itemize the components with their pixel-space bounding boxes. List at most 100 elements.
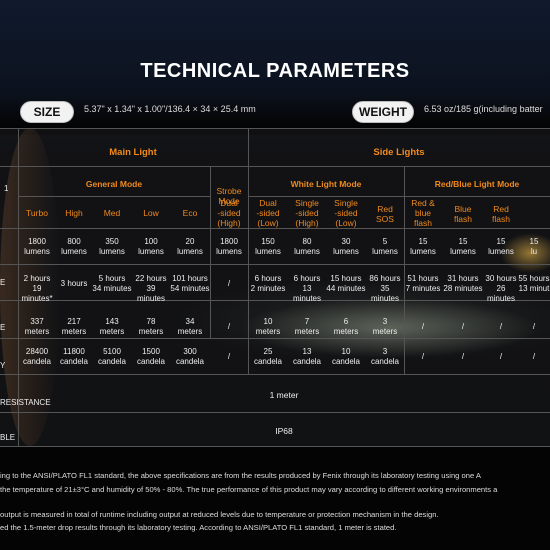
runtime-cell-6-line-1: / [227,279,231,288]
distance-cell-11-line-1: / [421,322,425,331]
output-cell-8: 80 lumens [288,237,326,257]
mode-header-7: Dual -sided (Low) [248,198,288,228]
mode-header-13-line-2: flash [492,214,510,224]
distance-cell-3: 143 meters [92,317,132,337]
mode-header-6-line-1: Dual [220,198,238,208]
output-cell-12-line-2: lumens [450,247,476,256]
runtime-cell-10-line-2: 35 minutes [370,284,399,303]
distance-cell-13-line-1: / [499,322,503,331]
runtime-cell-11-line-2: 7 minutes [405,284,441,293]
output-cell-1-line-2: lumens [24,247,50,256]
runtime-cell-2: 3 hours [56,279,92,289]
intensity-cell-5-line-2: candela [175,357,205,366]
runtime-cell-14: 55 hours 13 minut [518,274,550,294]
mode-header-4: Low [132,208,170,218]
output-cell-10-line-1: 5 [382,237,388,246]
divider-general-sub [18,196,210,197]
distance-cell-5-line-1: 34 [185,317,195,326]
intensity-cell-2-line-2: candela [59,357,89,366]
mode-header-12-line-1: Blue [454,204,472,214]
output-cell-9-line-1: 30 [341,237,351,246]
distance-cell-4: 78 meters [132,317,170,337]
divider-output [0,264,550,265]
output-cell-7: 150 lumens [248,237,288,257]
parameters-table: Main Light Side Lights 1 General Mode St… [0,128,550,447]
weight-value: 6.53 oz/185 g(including batter [424,104,543,114]
output-cell-14: 15 lu [518,237,550,257]
runtime-cell-7: 6 hours 2 minutes [248,274,288,294]
intensity-cell-10: 3 candela [366,347,404,367]
output-cell-3: 350 lumens [92,237,132,257]
intensity-cell-10-line-2: candela [370,357,400,366]
output-cell-3-line-2: lumens [99,247,125,256]
distance-cell-8: 7 meters [288,317,326,337]
red-blue-light-mode-header: Red/Blue Light Mode [434,179,520,189]
mode-header-5: Eco [170,208,210,218]
runtime-cell-6: / [210,279,248,289]
intensity-cell-9-line-2: candela [331,357,361,366]
output-cell-6-line-2: lumens [216,247,242,256]
runtime-cell-8: 6 hours 13 minutes [288,274,326,304]
intensity-cell-7-line-1: 25 [263,347,273,356]
mode-header-1: Turbo [18,208,56,218]
runtime-cell-8-line-1: 6 hours [293,274,321,283]
output-cell-8-line-2: lumens [294,247,320,256]
intensity-cell-2-line-1: 11800 [63,347,85,356]
output-cell-2-line-1: 800 [67,237,81,246]
distance-cell-10-line-2: meters [372,327,398,336]
mode-header-7-line-3: (Low) [257,218,279,228]
mode-header-12-line-2: flash [454,214,472,224]
intensity-cell-3-line-1: 5100 [103,347,121,356]
intensity-cell-10-line-1: 3 [382,347,388,356]
divider-intensity [0,374,550,375]
mode-header-6-line-2: -sided [217,208,241,218]
runtime-cell-12-line-2: 28 minutes [443,284,483,293]
mode-header-13-line-1: Red [493,204,509,214]
distance-cell-8-line-1: 7 [304,317,310,326]
distance-cell-12-line-1: / [461,322,465,331]
mode-header-6: Dual -sided (High) [210,198,248,228]
mode-header-7-line-1: Dual [259,198,277,208]
output-cell-7-line-1: 150 [261,237,275,246]
mode-header-7-line-2: -sided [256,208,280,218]
waterproof-row-label: BLE [0,433,16,442]
distance-cell-9-line-2: meters [333,327,359,336]
intensity-cell-11-line-1: / [421,352,425,361]
mode-header-10: Red SOS [366,204,404,224]
output-cell-11-line-1: 15 [418,237,428,246]
output-cell-9-line-2: lumens [333,247,359,256]
output-cell-10: 5 lumens [366,237,404,257]
fl1-label-fragment: 1 [4,184,9,193]
mode-header-11-line-3: flash [414,218,432,228]
distance-cell-1-line-1: 337 [30,317,44,326]
runtime-cell-13-line-1: 30 hours [485,274,517,283]
divider-mode-header [0,228,550,229]
intensity-cell-6-line-1: / [227,352,231,361]
distance-cell-4-line-2: meters [138,327,164,336]
distance-cell-1: 337 meters [18,317,56,337]
runtime-cell-8-line-2: 13 minutes [292,284,321,303]
intensity-cell-14-line-1: / [532,352,536,361]
runtime-cell-11-line-1: 51 hours [407,274,439,283]
runtime-cell-3-line-1: 5 hours [98,274,126,283]
intensity-cell-7-line-2: candela [253,357,283,366]
side-lights-header: Side Lights [373,147,425,158]
runtime-cell-2-line-1: 3 hours [60,279,88,288]
footer-note-4: ed the 1.5-meter drop results through it… [0,523,397,532]
output-cell-11: 15 lumens [404,237,442,257]
mode-header-4-line-1: Low [143,208,159,218]
intensity-cell-11: / [404,352,442,362]
distance-cell-3-line-1: 143 [105,317,119,326]
mode-header-12: Blue flash [442,204,484,224]
divider-impact [0,412,550,413]
distance-cell-8-line-2: meters [294,327,320,336]
intensity-row-label: Y [0,361,6,370]
runtime-cell-4-line-2: 39 minutes [136,284,165,303]
distance-cell-13: / [484,322,518,332]
distance-cell-12: / [442,322,484,332]
runtime-cell-9: 15 hours 44 minutes [326,274,366,294]
runtime-cell-12-line-1: 31 hours [447,274,479,283]
intensity-cell-4-line-2: candela [136,357,166,366]
mode-header-8-line-2: -sided [295,208,319,218]
distance-cell-4-line-1: 78 [146,317,156,326]
